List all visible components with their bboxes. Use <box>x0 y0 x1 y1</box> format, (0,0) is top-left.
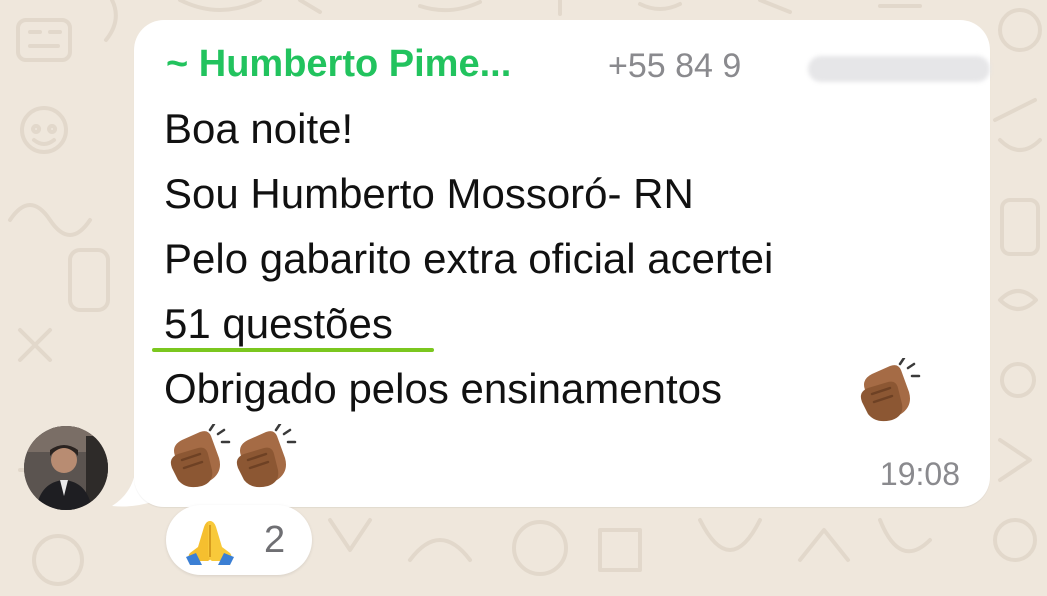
highlight-underline <box>152 348 434 352</box>
message-line-highlighted: 51 questões <box>164 300 393 347</box>
clapping-hands-icon <box>170 424 231 488</box>
folded-hands-icon <box>186 521 234 565</box>
message-line: Sou Humberto Mossoró- RN <box>164 170 694 217</box>
reaction-count: 2 <box>264 519 286 561</box>
avatar-photo <box>24 426 108 510</box>
sender-phone: +55 84 9 <box>608 47 742 85</box>
avatar[interactable] <box>24 426 108 510</box>
message-timestamp: 19:08 <box>879 456 960 492</box>
message-bubble[interactable]: ~ Humberto Pime... +55 84 9 Boa noite! S… <box>134 20 990 507</box>
sender-name[interactable]: ~ Humberto Pime... <box>166 42 511 86</box>
clapping-hands-icon <box>860 358 921 422</box>
message-line: Obrigado pelos ensinamentos <box>164 365 723 412</box>
message-line: Boa noite! <box>164 105 354 152</box>
message-line: Pelo gabarito extra oficial acertei <box>164 235 774 282</box>
phone-redaction <box>808 56 990 82</box>
clapping-hands-icon <box>236 424 297 488</box>
reaction-pill[interactable]: 2 <box>166 505 312 575</box>
